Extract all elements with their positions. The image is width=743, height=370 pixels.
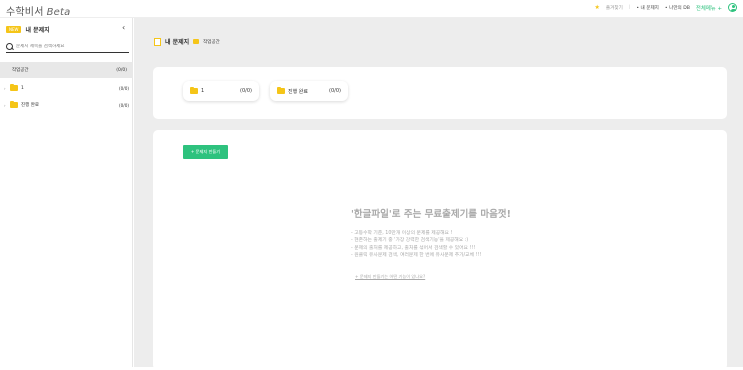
folder-card-count: (0/0) xyxy=(329,88,341,94)
folder-count: (0/0) xyxy=(118,102,129,108)
new-badge: NEW xyxy=(6,25,22,33)
user-avatar-icon[interactable] xyxy=(728,3,737,12)
search-input[interactable] xyxy=(16,44,126,49)
search-box xyxy=(6,41,129,53)
app-logo[interactable]: 수학비서 Beta xyxy=(6,3,70,18)
folder-icon xyxy=(277,86,285,94)
folder-icon xyxy=(190,86,198,94)
problem-panel: + 문제지 만들기 '한글파일'로 주는 무료출제기를 마음껏! - 고등수학 … xyxy=(153,130,727,370)
sidebar-item-workspace[interactable]: 작업공간 (0/0) xyxy=(0,62,133,78)
workspace-count: (0/0) xyxy=(116,67,127,73)
folder-icon xyxy=(10,100,18,108)
folder-card-label: 1 xyxy=(201,88,205,94)
breadcrumb: 내 문제지 작업공간 xyxy=(154,37,220,46)
folder-card-count: (0/0) xyxy=(240,88,252,94)
folder-card-label: 진행 완료 xyxy=(288,88,308,95)
folder-count: (0/0) xyxy=(118,85,129,91)
sidebar: NEW 내 문제지 ‹ 작업공간 (0/0) › 1 (0/0) › 진행 완료… xyxy=(0,18,133,367)
promo-title: '한글파일'로 주는 무료출제기를 마음껏! xyxy=(351,209,511,220)
workspace-label: 작업공간 xyxy=(12,68,29,73)
nav-separator: | xyxy=(628,5,631,10)
folder-card-1[interactable]: 1 (0/0) xyxy=(183,81,259,101)
document-icon xyxy=(154,37,161,46)
star-icon[interactable]: ★ xyxy=(595,4,600,11)
breadcrumb-workspace[interactable]: 작업공간 xyxy=(203,39,220,45)
create-problem-set-button[interactable]: + 문제지 만들기 xyxy=(183,145,228,159)
promo-line: - 고등수학 기준, 10만개 이상의 문제를 제공해요 ! xyxy=(351,231,453,236)
sidebar-folder-done[interactable]: › 진행 완료 (0/0) xyxy=(4,100,129,110)
top-nav: ★ 즐겨찾기 | • 내 문제지 • 나만의 DB 전체메뉴 + xyxy=(595,3,737,12)
promo-help-link[interactable]: + 문제지 만들기는 어떤 기능이 있나요? xyxy=(355,274,425,280)
folder-card-done[interactable]: 진행 완료 (0/0) xyxy=(270,81,348,101)
folder-icon xyxy=(193,39,200,44)
logo-text: 수학비서 xyxy=(6,7,44,18)
collapse-sidebar-icon[interactable]: ‹ xyxy=(122,23,125,32)
all-menu-button[interactable]: 전체메뉴 + xyxy=(696,4,722,12)
folder-panel: 1 (0/0) 진행 완료 (0/0) xyxy=(153,67,727,119)
my-db-link[interactable]: • 나만의 DB xyxy=(665,5,690,11)
promo-line: - 원클릭 유사문제 검색, 여러문제 한 번에 유사문제 추가/교체 !!! xyxy=(351,253,482,259)
folder-label: 진행 완료 xyxy=(21,103,39,108)
sidebar-title: 내 문제지 xyxy=(25,26,50,34)
my-problems-link[interactable]: • 내 문제지 xyxy=(636,5,659,11)
promo-line: - 현존하는 출제기 중 '가장 강력한 검색기능'을 제공해요 :) xyxy=(351,238,469,244)
page-title: 내 문제지 xyxy=(165,39,190,46)
logo-beta: Beta xyxy=(46,7,71,18)
folder-icon xyxy=(10,83,18,91)
folder-label: 1 xyxy=(21,85,24,91)
main-content: 내 문제지 작업공간 1 (0/0) 진행 완료 (0/0) + 문제지 만들기… xyxy=(134,18,743,370)
favorites-link[interactable]: 즐겨찾기 xyxy=(606,5,623,11)
top-bar: 수학비서 Beta ★ 즐겨찾기 | • 내 문제지 • 나만의 DB 전체메뉴 … xyxy=(0,0,743,18)
sidebar-header: NEW 내 문제지 xyxy=(6,24,50,34)
promo-line: - 문제의 출처를 제공하고, 출처를 섞어서 검색할 수 있어요 !!! xyxy=(351,245,476,251)
sidebar-folder-1[interactable]: › 1 (0/0) xyxy=(4,83,129,93)
promo-list: - 고등수학 기준, 10만개 이상의 문제를 제공해요 ! - 현존하는 출제… xyxy=(351,230,481,260)
search-icon[interactable] xyxy=(6,43,13,50)
